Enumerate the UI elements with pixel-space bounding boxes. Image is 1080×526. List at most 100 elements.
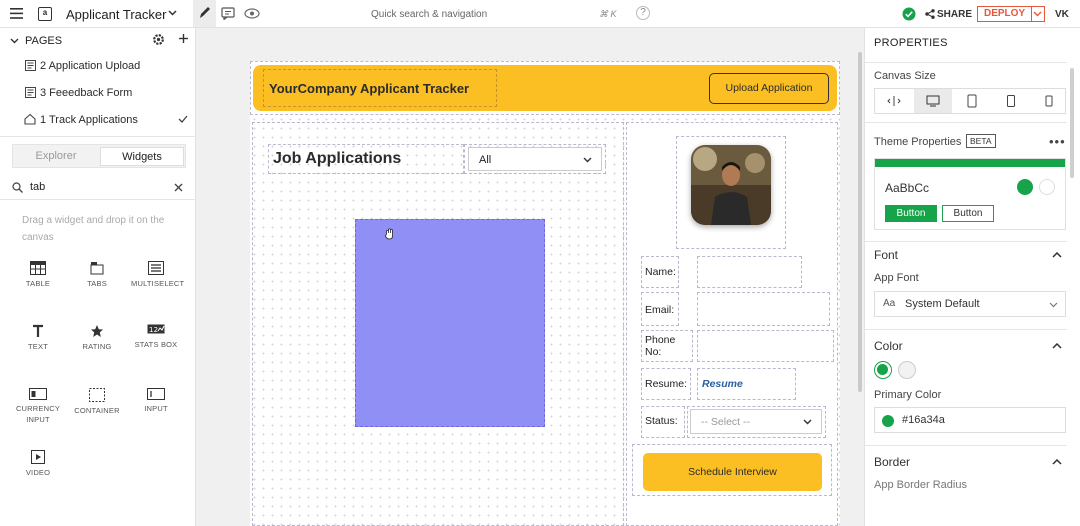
help-icon[interactable]: ? [636, 6, 650, 20]
properties-scrollbar[interactable] [1070, 68, 1074, 178]
app-logo-icon: a [38, 7, 52, 21]
properties-panel: PROPERTIES Canvas Size Theme Properties … [864, 28, 1080, 526]
primary-color-swatch[interactable] [874, 361, 892, 379]
theme-card[interactable]: AaBbCc Button Button [874, 158, 1066, 230]
more-options-icon[interactable]: ••• [1049, 134, 1066, 149]
email-value-field[interactable] [697, 292, 830, 326]
app-font-select[interactable]: Aa System Default [874, 291, 1066, 317]
widget-search-input[interactable]: tab [30, 181, 45, 193]
app-font-value: System Default [905, 298, 980, 310]
search-icon [12, 182, 23, 193]
status-check-icon [902, 7, 916, 21]
secondary-color-swatch[interactable] [898, 361, 916, 379]
widget-label: CONTAINER [74, 406, 120, 415]
collapse-font-chevron-up-icon[interactable] [1052, 252, 1062, 258]
chevron-down-icon [583, 157, 592, 163]
header-title: YourCompany Applicant Tracker [269, 81, 470, 96]
upload-application-button[interactable]: Upload Application [709, 73, 829, 104]
status-select[interactable]: -- Select -- [690, 409, 822, 434]
page-item-application-upload[interactable]: 2 Application Upload [0, 54, 196, 80]
widget-label: RATING [82, 342, 112, 351]
widget-input[interactable]: INPUT [131, 388, 181, 414]
size-fluid-button[interactable] [875, 89, 913, 113]
widget-table[interactable]: TABLE [13, 261, 63, 289]
divider [0, 199, 196, 200]
widget-label: TEXT [28, 342, 48, 351]
user-avatar[interactable]: VK [1055, 9, 1069, 20]
menu-icon[interactable] [10, 8, 23, 19]
app-title[interactable]: Applicant Tracker [66, 7, 166, 22]
input-icon [147, 388, 165, 400]
page-item-track-applications[interactable]: 1 Track Applications [0, 108, 196, 134]
filter-select[interactable]: All [468, 147, 602, 171]
size-desktop-button[interactable] [914, 89, 952, 113]
edit-mode-button[interactable] [193, 0, 216, 27]
widget-container[interactable]: CONTAINER [72, 388, 122, 416]
phone-value-field[interactable] [697, 330, 834, 362]
header-banner[interactable]: YourCompany Applicant Tracker Upload App… [253, 65, 837, 111]
size-tablet-button[interactable] [992, 89, 1030, 113]
theme-secondary-swatch [1039, 179, 1055, 195]
divider [865, 445, 1067, 446]
multiselect-icon [148, 261, 164, 275]
widget-rating[interactable]: RATING [72, 324, 122, 352]
theme-primary-button: Button [885, 205, 937, 222]
widget-label: CURRENCY INPUT [15, 404, 61, 424]
primary-color-input[interactable]: #16a34a [874, 407, 1066, 433]
share-icon[interactable] [925, 9, 935, 19]
name-label: Name: [645, 266, 676, 278]
top-bar: a Applicant Tracker Quick search & navig… [0, 0, 1080, 28]
primary-color-label: Primary Color [874, 389, 942, 401]
preview-eye-icon[interactable] [244, 8, 260, 19]
theme-sample-text: AaBbCc [885, 181, 930, 195]
font-section-title: Font [874, 248, 899, 262]
dropped-widget-placeholder[interactable] [355, 219, 545, 427]
widget-multiselect[interactable]: MULTISELECT [131, 261, 184, 289]
clear-search-close-icon[interactable] [174, 183, 183, 192]
drag-hint-text: Drag a widget and drop it on the canvas [22, 215, 165, 243]
canvas-scrollbar[interactable] [858, 52, 862, 392]
color-preview-dot [882, 415, 894, 427]
add-page-plus-icon[interactable] [178, 33, 189, 44]
tab-widgets[interactable]: Widgets [100, 147, 184, 166]
status-label: Status: [645, 415, 678, 427]
canvas-size-selector [874, 88, 1066, 114]
page-item-feedback-form[interactable]: 3 Feeedback Form [0, 81, 196, 107]
divider [865, 329, 1067, 330]
widget-currency-input[interactable]: CURRENCY INPUT [13, 388, 63, 425]
deploy-button[interactable]: DEPLOY [977, 6, 1033, 22]
widget-text[interactable]: TEXT [13, 324, 63, 352]
deploy-options-chevron-icon[interactable] [1031, 6, 1045, 22]
share-button[interactable]: SHARE [937, 9, 972, 20]
properties-heading: PROPERTIES [874, 37, 948, 49]
widget-video[interactable]: VIDEO [13, 450, 63, 478]
widget-label: TABLE [25, 279, 51, 288]
phone-label: Phone No: [645, 334, 676, 358]
grab-hand-cursor-icon [384, 228, 395, 240]
chevron-down-icon [1049, 302, 1058, 308]
quick-search-input[interactable]: Quick search & navigation [371, 9, 487, 20]
resume-label: Resume: [645, 378, 688, 390]
text-t-icon [33, 324, 43, 337]
size-mobile-button[interactable] [1031, 89, 1067, 113]
collapse-border-chevron-up-icon[interactable] [1052, 459, 1062, 465]
page-settings-gear-icon[interactable] [152, 33, 165, 46]
container-icon [89, 388, 105, 402]
theme-color-strip [875, 159, 1065, 167]
name-value-field[interactable] [697, 256, 802, 288]
chevron-down-icon[interactable] [168, 10, 177, 16]
widget-tabs[interactable]: TABS [72, 261, 122, 289]
applicant-photo [691, 145, 771, 225]
app-font-label: App Font [874, 272, 919, 284]
size-tablet-landscape-button[interactable] [953, 89, 991, 113]
widget-stats-box[interactable]: 12 STATS BOX [131, 324, 181, 350]
collapse-pages-chevron-icon[interactable] [10, 38, 19, 44]
tab-explorer[interactable]: Explorer [15, 147, 97, 166]
divider [865, 241, 1067, 242]
tabs-icon [90, 262, 104, 275]
page-document-icon [25, 60, 36, 71]
schedule-interview-button[interactable]: Schedule Interview [643, 453, 822, 491]
collapse-color-chevron-up-icon[interactable] [1052, 343, 1062, 349]
resume-link[interactable]: Resume [702, 378, 743, 390]
comment-icon[interactable] [221, 7, 235, 20]
